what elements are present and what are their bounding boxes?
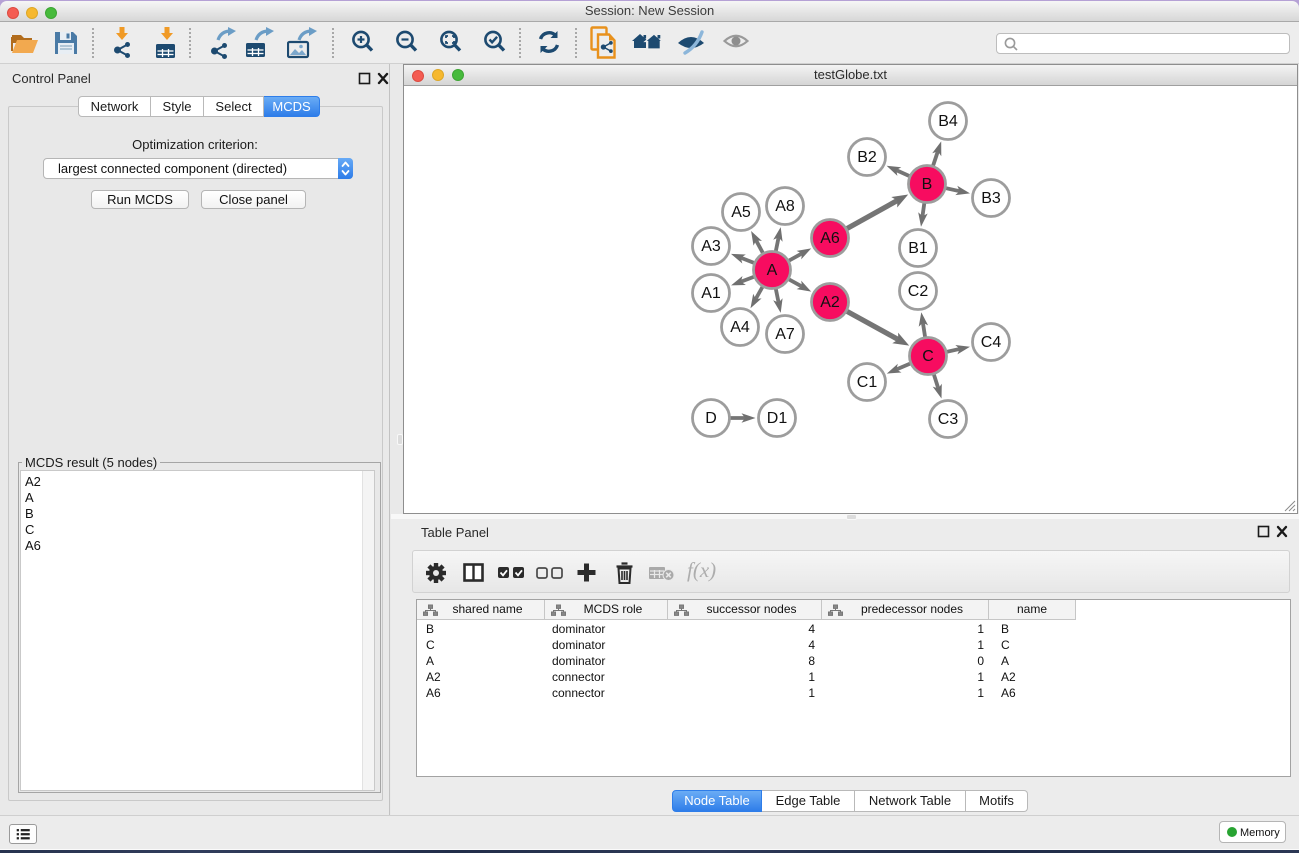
- svg-text:A4: A4: [730, 319, 750, 336]
- svg-text:B2: B2: [857, 149, 877, 166]
- svg-text:A3: A3: [701, 238, 721, 255]
- svg-text:D1: D1: [767, 410, 788, 427]
- svg-text:B3: B3: [981, 190, 1001, 207]
- svg-text:A5: A5: [731, 204, 751, 221]
- svg-text:A2: A2: [820, 294, 840, 311]
- svg-text:Memory: Memory: [1240, 827, 1280, 839]
- svg-text:B: B: [922, 176, 933, 193]
- svg-text:B1: B1: [908, 240, 928, 257]
- svg-text:D: D: [705, 410, 717, 427]
- svg-text:C1: C1: [857, 374, 878, 391]
- svg-text:A8: A8: [775, 198, 795, 215]
- svg-text:C: C: [922, 348, 934, 365]
- svg-text:A6: A6: [820, 230, 840, 247]
- svg-text:A1: A1: [701, 285, 721, 302]
- svg-text:A7: A7: [775, 326, 795, 343]
- svg-text:B4: B4: [938, 113, 958, 130]
- svg-text:C4: C4: [981, 334, 1002, 351]
- svg-text:C3: C3: [938, 411, 959, 428]
- svg-text:A: A: [767, 262, 778, 279]
- svg-text:C2: C2: [908, 283, 929, 300]
